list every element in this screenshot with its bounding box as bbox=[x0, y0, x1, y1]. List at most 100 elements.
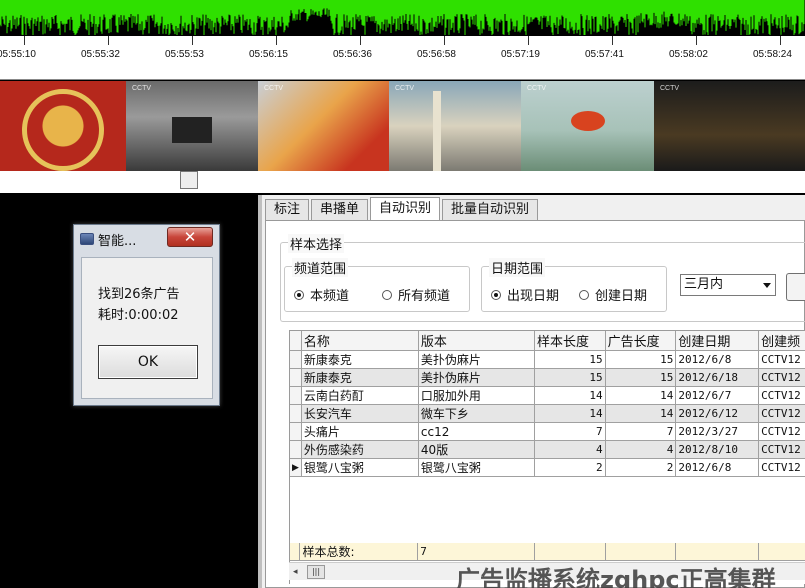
close-button[interactable]: ✕ bbox=[167, 227, 213, 247]
table-row[interactable]: 外伤感染药 40版 4 4 2012/8/10 CCTV12 bbox=[290, 440, 805, 459]
timeline-scroll-thumb[interactable] bbox=[180, 171, 198, 189]
column-header-name[interactable]: 名称 bbox=[301, 331, 419, 351]
summary-empty bbox=[534, 543, 606, 561]
cell-sample-length: 15 bbox=[534, 350, 606, 369]
channel-range-group: 频道范围 本频道 所有频道 bbox=[284, 258, 470, 312]
column-header-sample-length[interactable]: 样本长度 bbox=[534, 331, 606, 351]
scroll-thumb[interactable]: ||| bbox=[307, 565, 325, 579]
thumbnail-4[interactable]: CCTV bbox=[389, 81, 521, 171]
cell-version: 40版 bbox=[418, 440, 535, 459]
tab-auto-recognize[interactable]: 自动识别 bbox=[370, 197, 441, 221]
summary-value: 7 bbox=[417, 543, 535, 561]
table-row[interactable]: 长安汽车 微车下乡 14 14 2012/6/12 CCTV12 bbox=[290, 404, 805, 423]
row-indicator-header bbox=[290, 331, 302, 351]
radio-dot bbox=[579, 289, 589, 300]
column-header-version[interactable]: 版本 bbox=[418, 331, 535, 351]
audio-waveform[interactable] bbox=[0, 0, 805, 36]
row-indicator[interactable] bbox=[290, 422, 302, 441]
radio-this-channel[interactable]: 本频道 bbox=[294, 285, 349, 304]
timeline-scrollbar[interactable] bbox=[0, 171, 805, 193]
cell-ad-length: 15 bbox=[605, 368, 677, 387]
cell-name: 外伤感染药 bbox=[301, 440, 419, 459]
radio-appear-date[interactable]: 出现日期 bbox=[491, 285, 559, 304]
radio-dot bbox=[294, 289, 304, 300]
radio-label: 创建日期 bbox=[595, 289, 648, 304]
cell-ad-length: 7 bbox=[605, 422, 677, 441]
timeline-tick-label: 05:58:02 bbox=[669, 49, 708, 60]
tab-content: 样本选择 频道范围 本频道 所有频道 日期范围 出现日期 创建日期 三月内 名称… bbox=[265, 220, 805, 588]
thumbnail-strip[interactable]: CCTV CCTV CCTV CCTV CCTV bbox=[0, 81, 805, 171]
thumbnail-logo: CCTV bbox=[132, 85, 152, 92]
cell-name: 长安汽车 bbox=[301, 404, 419, 423]
dialog-title-bar[interactable]: 智能... bbox=[80, 230, 136, 249]
timeline-tick-label: 05:57:41 bbox=[585, 49, 624, 60]
row-indicator[interactable] bbox=[290, 350, 302, 369]
summary-table: 样本总数: 7 bbox=[290, 543, 805, 561]
row-indicator[interactable] bbox=[290, 386, 302, 405]
table-row[interactable]: 新康泰克 美扑伪麻片 15 15 2012/6/18 CCTV12 bbox=[290, 368, 805, 387]
chevron-down-icon[interactable] bbox=[763, 283, 771, 288]
cell-ad-length: 2 bbox=[605, 458, 677, 477]
date-range-group: 日期范围 出现日期 创建日期 bbox=[481, 258, 667, 312]
thumbnail-5[interactable]: CCTV bbox=[521, 81, 654, 171]
cell-created-date: 2012/6/8 bbox=[675, 458, 760, 477]
cell-sample-length: 2 bbox=[534, 458, 606, 477]
radio-label: 所有频道 bbox=[398, 289, 451, 304]
tab-bar: 标注 串播单 自动识别 批量自动识别 bbox=[265, 197, 540, 221]
summary-row: 样本总数: 7 bbox=[290, 543, 805, 561]
thumbnail-3[interactable]: CCTV bbox=[258, 81, 389, 171]
radio-all-channels[interactable]: 所有频道 bbox=[382, 285, 450, 304]
dialog-message-count: 找到26条广告 bbox=[98, 287, 180, 302]
cell-name: 银鹭八宝粥 bbox=[301, 458, 419, 477]
column-header-ad-length[interactable]: 广告长度 bbox=[605, 331, 677, 351]
tab-playlist[interactable]: 串播单 bbox=[311, 199, 369, 221]
search-button[interactable] bbox=[786, 273, 805, 301]
row-indicator[interactable]: ▶ bbox=[290, 458, 302, 477]
table-row[interactable]: 新康泰克 美扑伪麻片 15 15 2012/6/8 CCTV12 bbox=[290, 350, 805, 369]
tab-batch-recognize[interactable]: 批量自动识别 bbox=[442, 199, 539, 221]
app-icon bbox=[80, 233, 94, 245]
cell-channel: CCTV12 bbox=[758, 422, 805, 441]
period-select[interactable]: 三月内 bbox=[680, 274, 776, 296]
table-row[interactable]: ▶ 银鹭八宝粥 银鹭八宝粥 2 2 2012/6/8 CCTV12 bbox=[290, 458, 805, 477]
tab-annotate[interactable]: 标注 bbox=[265, 199, 310, 221]
column-header-channel[interactable]: 创建频 bbox=[758, 331, 805, 351]
cell-channel: CCTV12 bbox=[758, 368, 805, 387]
cell-created-date: 2012/6/7 bbox=[675, 386, 760, 405]
row-indicator[interactable] bbox=[290, 404, 302, 423]
ok-button[interactable]: OK bbox=[98, 345, 198, 379]
radio-label: 本频道 bbox=[310, 289, 350, 304]
timeline-tick-mark bbox=[528, 36, 529, 45]
thumbnail-logo: CCTV bbox=[527, 85, 547, 92]
row-indicator[interactable] bbox=[290, 368, 302, 387]
message-dialog: 智能... ✕ 找到26条广告 耗时:0:00:02 OK bbox=[73, 224, 220, 406]
radio-label: 出现日期 bbox=[507, 289, 560, 304]
scroll-left-icon[interactable]: ◂ bbox=[293, 567, 298, 577]
timeline-tick-label: 05:55:10 bbox=[0, 49, 36, 60]
cell-channel: CCTV12 bbox=[758, 440, 805, 459]
sample-table: 名称 版本 样本长度 广告长度 创建日期 创建频 新康泰克 美扑伪麻片 15 15 20… bbox=[290, 331, 805, 477]
table-row[interactable]: 云南白药酊 口服加外用 14 14 2012/6/7 CCTV12 bbox=[290, 386, 805, 405]
thumbnail-6[interactable]: CCTV bbox=[654, 81, 805, 171]
radio-create-date[interactable]: 创建日期 bbox=[579, 285, 647, 304]
sample-grid[interactable]: 名称 版本 样本长度 广告长度 创建日期 创建频 新康泰克 美扑伪麻片 15 15 20… bbox=[289, 330, 805, 584]
timeline-ruler[interactable]: 05:55:10 05:55:32 05:55:53 05:56:15 05:56:36… bbox=[0, 36, 805, 80]
cell-version: 美扑伪麻片 bbox=[418, 350, 535, 369]
table-row[interactable]: 头痛片 cc12 7 7 2012/3/27 CCTV12 bbox=[290, 422, 805, 441]
row-indicator[interactable] bbox=[290, 440, 302, 459]
thumbnail-1[interactable] bbox=[0, 81, 126, 171]
cell-channel: CCTV12 bbox=[758, 386, 805, 405]
timeline-tick-mark bbox=[360, 36, 361, 45]
cell-name: 新康泰克 bbox=[301, 368, 419, 387]
summary-label: 样本总数: bbox=[299, 543, 419, 561]
period-select-value: 三月内 bbox=[684, 277, 724, 292]
date-range-legend: 日期范围 bbox=[489, 258, 546, 277]
cell-version: 口服加外用 bbox=[418, 386, 535, 405]
column-header-created-date[interactable]: 创建日期 bbox=[675, 331, 760, 351]
cell-version: 微车下乡 bbox=[418, 404, 535, 423]
thumbnail-2[interactable]: CCTV bbox=[126, 81, 258, 171]
cell-name: 云南白药酊 bbox=[301, 386, 419, 405]
table-header-row: 名称 版本 样本长度 广告长度 创建日期 创建频 bbox=[290, 331, 805, 351]
thumbnail-logo: CCTV bbox=[395, 85, 415, 92]
cell-name: 头痛片 bbox=[301, 422, 419, 441]
